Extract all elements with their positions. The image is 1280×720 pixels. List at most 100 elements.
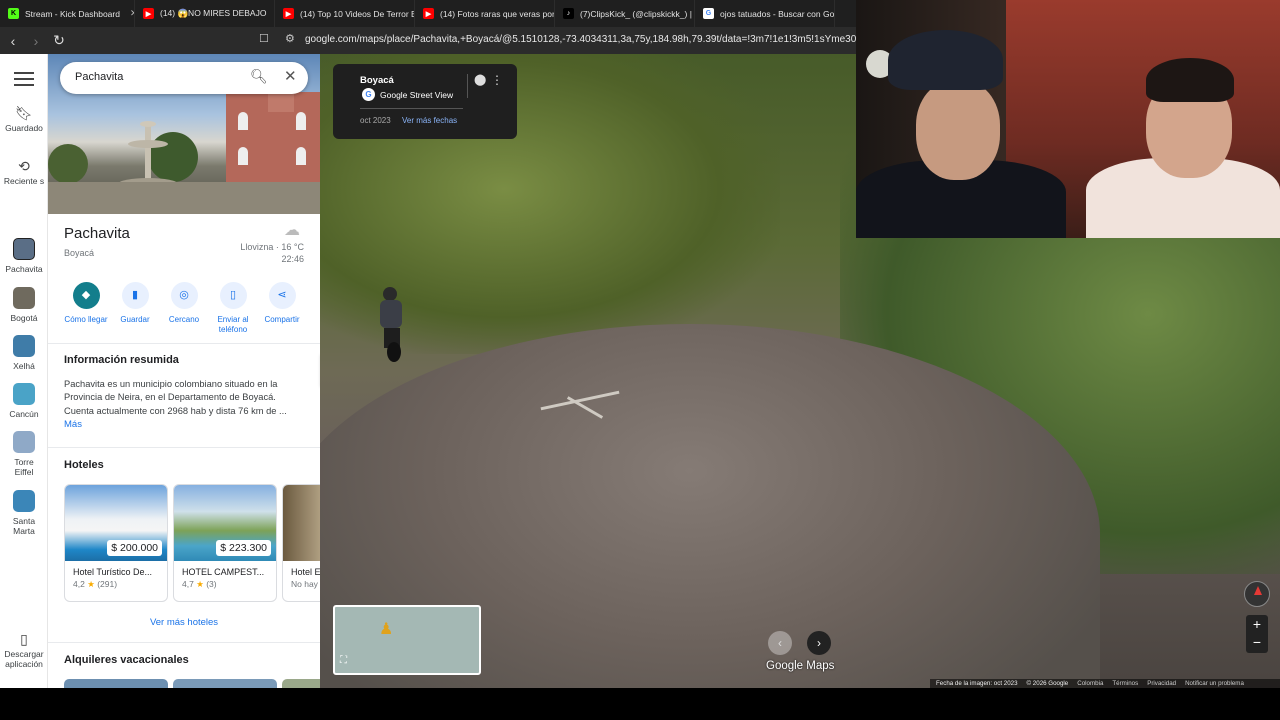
- tab-favicon-icon: ▶: [423, 8, 434, 19]
- compass-icon[interactable]: [1244, 581, 1270, 607]
- more-options-icon[interactable]: ⋮: [491, 73, 503, 87]
- bookmark-icon: 🔖︎: [15, 105, 33, 121]
- bottom-bar: [0, 688, 1280, 720]
- bookmark-page-icon[interactable]: ☐: [259, 32, 269, 45]
- mini-map[interactable]: ♟ ⛶: [333, 605, 481, 675]
- browser-tab-bar: KStream - Kick Dashboard✕ ▶ (14) 😱NO MIRES…: [0, 0, 856, 27]
- location-name: Boyacá: [360, 75, 394, 86]
- nearby-button[interactable]: ◎ Cercano: [158, 282, 210, 325]
- send-to-phone-button[interactable]: ▯ Enviar al teléfono: [207, 282, 259, 335]
- hotel-name: HOTEL CAMPEST...: [182, 567, 265, 577]
- local-time: 22:46: [281, 254, 304, 264]
- menu-icon[interactable]: [14, 72, 34, 88]
- tab-title: (14) Top 10 Videos De Terror E: [300, 8, 415, 19]
- terms-link[interactable]: Términos: [1112, 680, 1138, 687]
- star-icon: ★: [196, 579, 204, 589]
- rail-label: Cancún: [9, 409, 39, 419]
- send-to-phone-icon: ▯: [219, 282, 247, 309]
- browser-tab[interactable]: ▶(14) 😱NO MIRES DEBAJO✕: [135, 0, 275, 27]
- divider: [48, 343, 320, 344]
- place-thumbnail: [13, 383, 35, 405]
- review-count: (3): [206, 579, 217, 589]
- location-pin-icon[interactable]: ⬤: [474, 73, 486, 86]
- previous-arrow-button[interactable]: ‹: [768, 631, 792, 655]
- rail-label: Xelhá: [13, 361, 35, 371]
- rating-value: 4,7: [182, 579, 194, 589]
- share-button[interactable]: ⋖ Compartir: [256, 282, 308, 325]
- forward-icon[interactable]: ›: [26, 31, 46, 51]
- rental-image[interactable]: [64, 679, 168, 688]
- browser-tab[interactable]: ♪(7)ClipsKick_ (@clipskickk_) |✕: [555, 0, 695, 27]
- browser-tab[interactable]: ▶(14) Top 10 Videos De Terror E✕: [275, 0, 415, 27]
- directions-button[interactable]: ◆ Cómo llegar: [60, 282, 112, 325]
- star-icon: ★: [87, 579, 95, 589]
- zoom-control: + −: [1246, 615, 1268, 653]
- action-buttons: ◆ Cómo llegar ▮ Guardar ◎ Cercano ▯ Envi…: [56, 282, 316, 342]
- browser-address-bar: ‹ › ↻ ☐ ⚙ google.com/maps/place/Pachavit…: [0, 27, 857, 54]
- pegman-icon[interactable]: ♟: [379, 619, 393, 639]
- history-icon: ⟲: [18, 158, 30, 174]
- save-button[interactable]: ▮ Guardar: [109, 282, 161, 325]
- bookmark-icon: ▮: [121, 282, 149, 309]
- tab-favicon-icon: ▶: [143, 8, 154, 19]
- place-thumbnail: [13, 335, 35, 357]
- tab-title: (7)ClipsKick_ (@clipskickk_) |: [580, 8, 692, 19]
- rail-item-bogota[interactable]: Bogotá: [0, 287, 48, 323]
- hotel-rating: 4,7 ★ (3): [174, 579, 276, 590]
- hotel-rating: No hay: [291, 579, 318, 589]
- zoom-out-icon[interactable]: −: [1246, 633, 1268, 651]
- country-link[interactable]: Colombia: [1077, 680, 1103, 687]
- rental-image[interactable]: [282, 679, 320, 688]
- back-icon[interactable]: ‹: [3, 31, 23, 51]
- place-thumbnail: [13, 431, 35, 453]
- map-footer: Fecha de la imagen: oct 2023 © 2026 Goog…: [930, 679, 1280, 688]
- rail-item-eiffel[interactable]: Torre Eiffel: [0, 431, 48, 477]
- download-app-button[interactable]: ▯ Descargar aplicación: [0, 631, 48, 669]
- hotel-card[interactable]: Hotel E No hay: [282, 484, 320, 602]
- hotel-price: $ 200.000: [107, 540, 162, 556]
- next-arrow-button[interactable]: ›: [807, 631, 831, 655]
- report-problem-link[interactable]: Notificar un problema: [1185, 680, 1244, 687]
- close-icon[interactable]: ✕: [284, 67, 297, 85]
- rail-label: Descargar aplicación: [4, 649, 44, 669]
- motorcycle-rider: [380, 287, 402, 362]
- rail-item-pachavita[interactable]: Pachavita: [0, 238, 48, 274]
- action-label: Enviar al teléfono: [217, 315, 249, 334]
- more-link[interactable]: Más: [64, 419, 82, 430]
- search-icon[interactable]: 🔍︎: [250, 68, 268, 85]
- tab-title: (14) 😱NO MIRES DEBAJO: [160, 8, 267, 18]
- rental-image[interactable]: [173, 679, 277, 688]
- source-label: Google Street View: [380, 89, 454, 100]
- rail-item-saved[interactable]: 🔖︎ Guardado: [0, 105, 48, 133]
- rail-item-recent[interactable]: ⟲ Reciente s: [0, 158, 48, 186]
- rail-item-santa-marta[interactable]: Santa Marta: [0, 490, 48, 536]
- capture-date: oct 2023: [360, 116, 391, 125]
- hotel-rating: 4,2 ★ (291): [65, 579, 167, 590]
- tab-favicon-icon: K: [8, 8, 19, 19]
- url-field[interactable]: google.com/maps/place/Pachavita,+Boyacá/…: [305, 34, 857, 45]
- image-date: Fecha de la imagen: oct 2023: [936, 680, 1018, 687]
- search-input[interactable]: Pachavita: [75, 71, 123, 83]
- rail-item-cancun[interactable]: Cancún: [0, 383, 48, 419]
- hotel-card[interactable]: $ 200.000 Hotel Turístico De... 4,2 ★ (2…: [64, 484, 168, 602]
- more-hotels-link[interactable]: Ver más hoteles: [48, 617, 320, 628]
- more-dates-link[interactable]: Ver más fechas: [402, 116, 457, 125]
- search-box[interactable]: Pachavita 🔍︎ ✕: [60, 62, 308, 94]
- phone-icon: ▯: [20, 631, 28, 647]
- share-icon: ⋖: [268, 282, 296, 309]
- rail-item-xelha[interactable]: Xelhá: [0, 335, 48, 371]
- zoom-in-icon[interactable]: +: [1246, 615, 1268, 633]
- reload-icon[interactable]: ↻: [49, 31, 69, 51]
- hotel-card[interactable]: $ 223.300 HOTEL CAMPEST... 4,7 ★ (3): [173, 484, 277, 602]
- browser-tab[interactable]: KStream - Kick Dashboard✕: [0, 0, 135, 27]
- rating-value: 4,2: [73, 579, 85, 589]
- expand-icon[interactable]: ⛶: [340, 655, 347, 666]
- rail-label: Pachavita: [5, 264, 43, 274]
- privacy-link[interactable]: Privacidad: [1147, 680, 1176, 687]
- browser-tab[interactable]: ▶(14) Fotos raras que veras por✕: [415, 0, 555, 27]
- place-subtitle: Boyacá: [64, 248, 95, 258]
- site-info-icon[interactable]: ⚙: [285, 32, 295, 45]
- browser-tab[interactable]: Gojos tatuados - Buscar con Go✕: [695, 0, 835, 27]
- hotels-title: Hoteles: [64, 459, 104, 471]
- action-label: Cómo llegar: [64, 315, 108, 324]
